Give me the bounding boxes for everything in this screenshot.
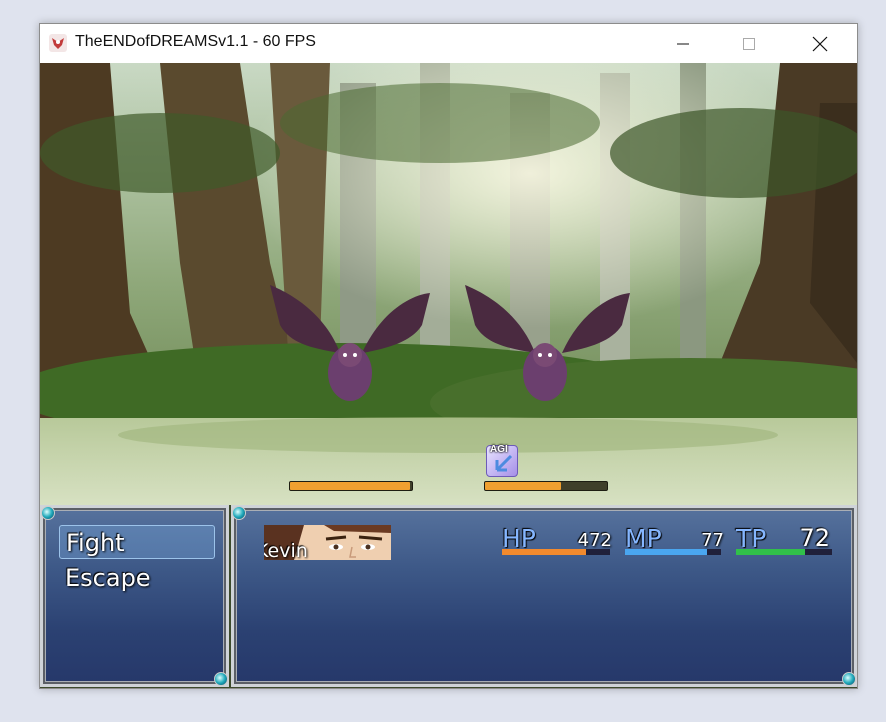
hp-value: 472 [577,530,612,551]
enemy-hp-gauge-fill [290,482,410,490]
window-title: TheENDofDREAMSv1.1 - 60 FPS [75,33,316,50]
mp-gauge [625,549,721,555]
agi-down-state-icon: AGI [486,444,518,477]
forest-battleback [40,63,857,505]
corner-gem-icon [232,506,246,520]
mp-gauge-fill [625,549,707,555]
corner-gem-icon [842,672,856,686]
tp-gauge [736,549,832,555]
mp-value: 77 [701,530,724,551]
corner-gem-icon [214,672,228,686]
game-window: TheENDofDREAMSv1.1 - 60 FPS AGI Fight Es… [39,23,858,689]
actor-name: Kevin [264,540,308,560]
enemy-hp-gauge-2 [484,481,608,491]
escape-command[interactable]: Escape [59,561,215,595]
title-bar[interactable]: TheENDofDREAMSv1.1 - 60 FPS [40,24,857,63]
close-button[interactable] [797,24,843,63]
arrow-down-left-icon [495,454,513,472]
maximize-icon [743,37,755,50]
corner-gem-icon [41,506,55,520]
battle-status-window: Kevin HP 472 MP 77 TP 72 [231,505,857,687]
maximize-button[interactable] [726,24,772,63]
app-icon [49,34,67,52]
game-canvas[interactable]: AGI Fight Escape evin HP 472 MP 77 TP 72 [40,63,857,688]
tp-gauge-fill [736,549,806,555]
tp-value: 72 [799,524,830,552]
party-command-window: Fight Escape [40,505,229,687]
enemy-hp-gauge-fill [485,482,561,490]
hp-gauge-fill [502,549,587,555]
close-icon [812,36,828,51]
hp-gauge [502,549,610,555]
minimize-button[interactable] [660,24,706,63]
actor-face: Kevin [264,525,391,560]
enemy-hp-gauge-1 [289,481,413,491]
fight-command[interactable]: Fight [59,525,215,559]
minimize-icon [677,43,689,44]
